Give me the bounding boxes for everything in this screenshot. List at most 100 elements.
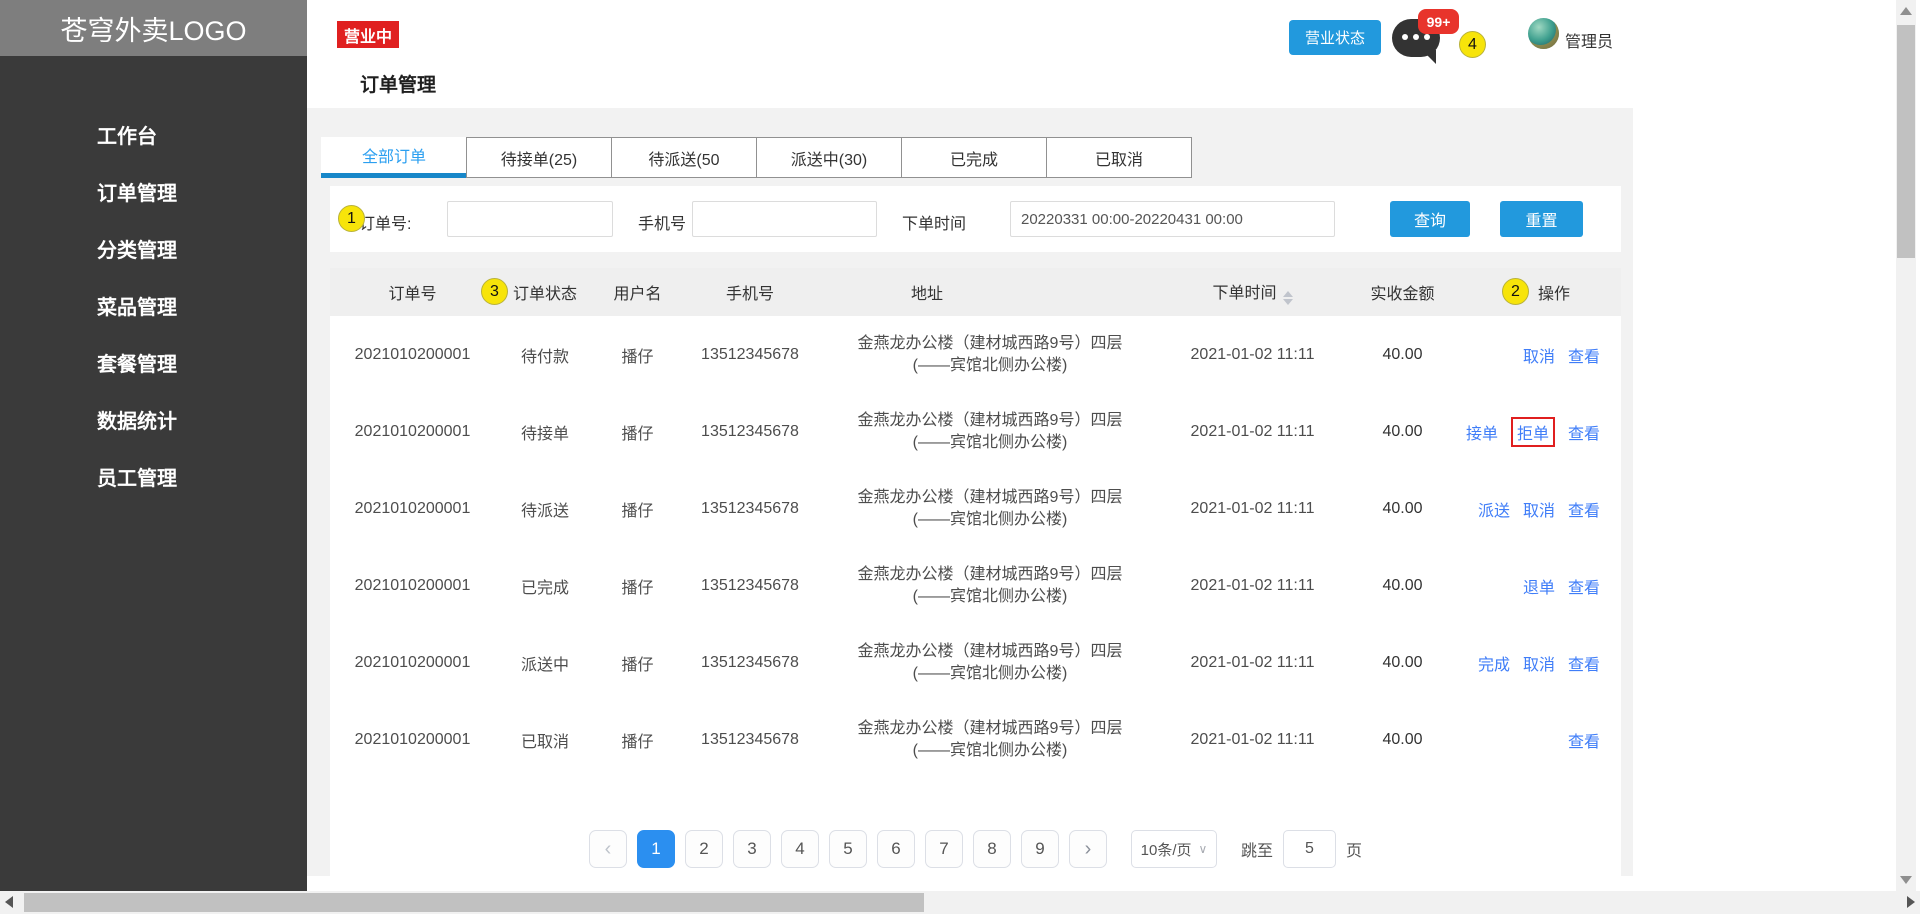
chevron-down-icon: ∨ <box>1198 842 1208 856</box>
tab-delivering[interactable]: 派送中(30) <box>756 137 902 178</box>
pagination-page-6[interactable]: 6 <box>876 830 915 868</box>
column-header-order-time[interactable]: 下单时间 <box>1160 279 1345 305</box>
address-line1: 金燕龙办公楼（建材城西路9号）四层 <box>857 411 1123 429</box>
vertical-scrollbar[interactable] <box>1896 0 1916 891</box>
view-action-link[interactable]: 查看 <box>1568 574 1600 598</box>
pagination-page-4[interactable]: 4 <box>780 830 819 868</box>
jump-to-page-input[interactable] <box>1283 830 1336 868</box>
sidebar-item-statistics[interactable]: 数据统计 <box>0 391 307 448</box>
address-line1: 金燕龙办公楼（建材城西路9号）四层 <box>857 334 1123 352</box>
cancel-action-link[interactable]: 取消 <box>1523 651 1555 675</box>
cell-amount: 40.00 <box>1382 653 1423 671</box>
sidebar-item-order-management[interactable]: 订单管理 <box>0 163 307 220</box>
sidebar-item-setmeal-management[interactable]: 套餐管理 <box>0 334 307 391</box>
cell-user-name: 播仔 <box>621 733 654 751</box>
table-row: 2021010200001 待付款 播仔 13512345678 金燕龙办公楼（建材城西… <box>330 316 1621 393</box>
sidebar: 工作台 订单管理 分类管理 菜品管理 套餐管理 数据统计 员工管理 <box>0 56 307 891</box>
pagination-page-8[interactable]: 8 <box>972 830 1011 868</box>
complete-action-link[interactable]: 完成 <box>1478 651 1510 675</box>
cell-order-no: 2021010200001 <box>354 345 471 363</box>
tab-all-orders[interactable]: 全部订单 <box>321 137 467 178</box>
refund-action-link[interactable]: 退单 <box>1523 574 1555 598</box>
view-action-link[interactable]: 查看 <box>1568 420 1600 444</box>
deliver-action-link[interactable]: 派送 <box>1478 497 1510 521</box>
cell-operations: 派送 取消 查看 <box>1460 497 1621 521</box>
table-header-row: 3 2 订单号 订单状态 用户名 手机号 地址 下单时间 实收金额 操作 <box>330 268 1621 316</box>
column-header-user-name: 用户名 <box>595 280 680 304</box>
view-action-link[interactable]: 查看 <box>1568 497 1600 521</box>
pagination-next-button[interactable]: › <box>1068 830 1107 868</box>
view-action-link[interactable]: 查看 <box>1568 728 1600 752</box>
page-size-select[interactable]: 10条/页 ∨ <box>1130 830 1217 868</box>
pagination-page-5[interactable]: 5 <box>828 830 867 868</box>
address-line1: 金燕龙办公楼（建材城西路9号）四层 <box>857 488 1123 506</box>
annotation-marker-2: 2 <box>1502 278 1529 305</box>
cell-order-no: 2021010200001 <box>354 653 471 671</box>
column-header-label: 订单状态 <box>512 286 577 303</box>
tab-pending-delivery[interactable]: 待派送(50 <box>611 137 757 178</box>
pagination-page-3[interactable]: 3 <box>732 830 771 868</box>
sidebar-item-category-management[interactable]: 分类管理 <box>0 220 307 277</box>
order-no-label: 订单号: <box>359 216 412 233</box>
horizontal-scrollbar-thumb[interactable] <box>24 893 924 912</box>
cell-operations: 接单 拒单 查看 <box>1460 416 1621 447</box>
scroll-left-icon[interactable] <box>5 896 13 908</box>
address-line1: 金燕龙办公楼（建材城西路9号）四层 <box>857 642 1123 660</box>
column-header-label: 下单时间 <box>1212 285 1277 302</box>
scroll-down-icon[interactable] <box>1900 876 1912 884</box>
order-no-input[interactable] <box>447 201 613 237</box>
address-line2: (——宾馆北侧办公楼) <box>912 356 1068 374</box>
tab-completed[interactable]: 已完成 <box>901 137 1047 178</box>
pagination-page-9[interactable]: 9 <box>1020 830 1059 868</box>
business-status-button[interactable]: 营业状态 <box>1289 20 1381 55</box>
table-row: 2021010200001 已取消 播仔 13512345678 金燕龙办公楼（建材城西… <box>330 701 1621 778</box>
column-header-label: 订单号 <box>388 286 437 303</box>
column-header-label: 地址 <box>910 286 943 303</box>
column-header-amount: 实收金额 <box>1345 280 1460 304</box>
tab-pending-accept[interactable]: 待接单(25) <box>466 137 612 178</box>
cell-phone: 13512345678 <box>701 730 799 748</box>
annotation-marker-4: 4 <box>1459 31 1486 58</box>
cell-address: 金燕龙办公楼（建材城西路9号）四层 (——宾馆北侧办公楼) <box>820 487 1160 531</box>
sort-caret-icon[interactable] <box>1282 291 1293 305</box>
avatar[interactable] <box>1528 18 1559 49</box>
pagination-prev-button[interactable]: ‹ <box>588 830 627 868</box>
page-size-value: 10条/页 <box>1140 841 1192 859</box>
tab-cancelled[interactable]: 已取消 <box>1046 137 1192 178</box>
cell-user-name: 播仔 <box>621 348 654 366</box>
pagination-page-7[interactable]: 7 <box>924 830 963 868</box>
pagination-page-1[interactable]: 1 <box>636 830 675 868</box>
cell-user-name: 播仔 <box>621 656 654 674</box>
view-action-link[interactable]: 查看 <box>1568 343 1600 367</box>
sidebar-item-dish-management[interactable]: 菜品管理 <box>0 277 307 334</box>
accept-action-link[interactable]: 接单 <box>1466 420 1498 444</box>
order-time-range-input[interactable] <box>1010 201 1335 237</box>
cell-order-status: 派送中 <box>520 656 569 674</box>
scroll-right-icon[interactable] <box>1907 896 1915 908</box>
cancel-action-link[interactable]: 取消 <box>1523 343 1555 367</box>
cell-order-time: 2021-01-02 11:11 <box>1190 730 1315 748</box>
cancel-action-link[interactable]: 取消 <box>1523 497 1555 521</box>
sidebar-item-workbench[interactable]: 工作台 <box>0 106 307 163</box>
cell-order-time: 2021-01-02 11:11 <box>1190 345 1315 363</box>
scroll-up-icon[interactable] <box>1900 7 1912 15</box>
reset-button[interactable]: 重置 <box>1500 201 1583 237</box>
search-button[interactable]: 查询 <box>1390 201 1470 237</box>
vertical-scrollbar-thumb[interactable] <box>1897 25 1915 258</box>
column-header-label: 用户名 <box>613 286 662 303</box>
cell-order-status: 待付款 <box>520 348 569 366</box>
cell-phone: 13512345678 <box>701 345 799 363</box>
cell-order-no: 2021010200001 <box>354 422 471 440</box>
view-action-link[interactable]: 查看 <box>1568 651 1600 675</box>
page-unit-label: 页 <box>1346 843 1363 860</box>
phone-input[interactable] <box>692 201 877 237</box>
phone-label: 手机号 <box>638 216 687 233</box>
reject-action-link-highlighted[interactable]: 拒单 <box>1510 416 1555 447</box>
address-line2: (——宾馆北侧办公楼) <box>912 510 1068 528</box>
horizontal-scrollbar[interactable] <box>0 891 1920 914</box>
app-logo: 苍穹外卖LOGO <box>0 0 307 56</box>
sidebar-item-employee-management[interactable]: 员工管理 <box>0 448 307 505</box>
annotation-marker-3: 3 <box>481 278 508 305</box>
pagination-page-2[interactable]: 2 <box>684 830 723 868</box>
cell-amount: 40.00 <box>1382 345 1423 363</box>
